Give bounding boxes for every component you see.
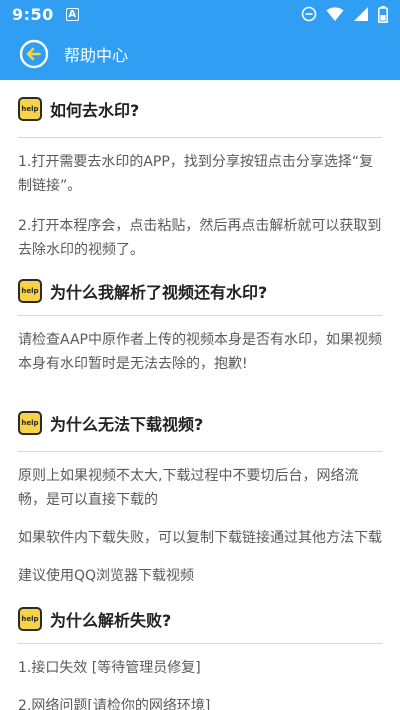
app-bar: 帮助中心 — [0, 28, 400, 80]
help-paragraph: 请检查AAP中原作者上传的视频本身是否有水印，如果视频本身有水印暂时是无法去除的… — [18, 332, 382, 372]
do-not-disturb-icon — [301, 6, 317, 22]
status-left: 9:50 A — [12, 5, 79, 24]
status-time: 9:50 — [12, 4, 54, 24]
help-paragraph: 如果软件内下载失败，可以复制下载链接通过其他方法下载 — [18, 530, 382, 546]
status-bar: 9:50 A — [0, 0, 400, 28]
signal-icon — [354, 7, 368, 21]
help-icon: help — [18, 410, 42, 435]
battery-icon — [378, 5, 388, 23]
help-paragraph: 建议使用QQ浏览器下载视频 — [18, 568, 195, 584]
back-arrow-icon — [19, 39, 49, 69]
help-paragraph: 1.打开需要去水印的APP，找到分享按钮点击分享选择“复制链接”。 — [18, 154, 374, 194]
help-paragraph: 2.网络问题[请检你的网络环境] — [18, 698, 211, 710]
section-title: 如何去水印? — [50, 100, 140, 120]
section-header-parse-failed: help 为什么解析失败? — [18, 594, 382, 644]
help-icon: help — [18, 96, 42, 121]
section-title: 为什么解析失败? — [50, 610, 172, 630]
help-icon: help — [18, 606, 42, 631]
back-button[interactable] — [18, 38, 50, 70]
section-title: 为什么我解析了视频还有水印? — [50, 282, 268, 302]
status-right — [301, 5, 388, 23]
section-header-remove-watermark: help 如何去水印? — [18, 80, 382, 138]
help-paragraph: 2.打开本程序会，点击粘贴，然后再点击解析就可以获取到去除水印的视频了。 — [18, 218, 382, 258]
help-paragraph: 1.接口失效 [等待管理员修复] — [18, 660, 201, 676]
help-paragraph: 原则上如果视频不太大,下载过程中不要切后台，网络流畅，是可以直接下载的 — [18, 468, 359, 508]
section-header-cannot-download: help 为什么无法下载视频? — [18, 394, 382, 452]
section-header-still-watermark: help 为什么我解析了视频还有水印? — [18, 266, 382, 316]
notification-a-icon: A — [65, 7, 79, 21]
section-title: 为什么无法下载视频? — [50, 414, 204, 434]
page-title: 帮助中心 — [64, 46, 129, 65]
help-icon: help — [18, 278, 42, 303]
wifi-icon — [326, 7, 344, 21]
help-content: help 如何去水印? 1.打开需要去水印的APP，找到分享按钮点击分享选择“复… — [0, 80, 400, 710]
